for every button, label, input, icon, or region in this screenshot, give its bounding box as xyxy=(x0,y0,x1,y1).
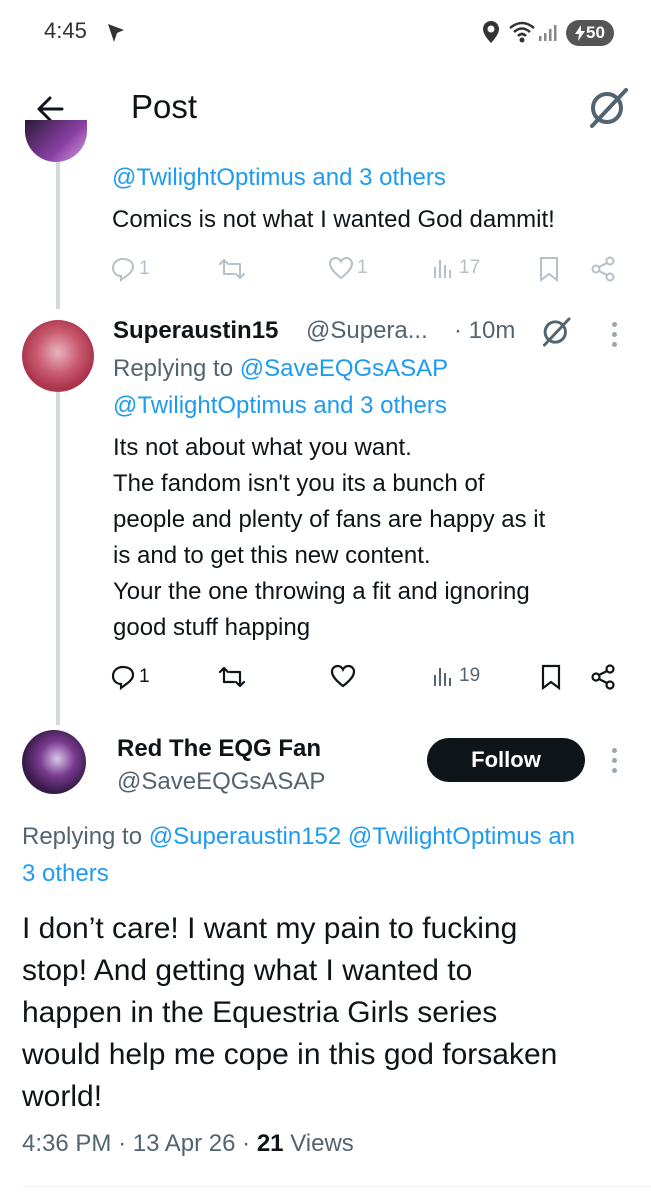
post-time: 4:36 PM xyxy=(22,1130,112,1157)
user-handle[interactable]: @Supera... xyxy=(306,317,428,345)
tweet-meta: 4:36 PM · 13 Apr 26 · 21 Views xyxy=(22,1130,354,1157)
battery-indicator: 50 xyxy=(566,20,614,46)
views-icon xyxy=(434,668,451,686)
tweet-line: happen in the Equestria Girls series xyxy=(22,996,498,1029)
repost-icon xyxy=(219,259,245,279)
share-icon xyxy=(591,664,615,690)
replying-handle[interactable]: @SaveEQGsASAP xyxy=(240,355,448,382)
tweet-line: Its not about what you want. xyxy=(113,434,412,461)
replying-to-handles[interactable]: @TwilightOptimus and 3 others xyxy=(113,392,447,420)
replying-label: Replying to xyxy=(113,355,234,382)
avatar[interactable] xyxy=(22,730,86,794)
share-button[interactable] xyxy=(590,664,616,690)
tweet-line: stop! And getting what I wanted to xyxy=(22,954,473,987)
reply-button[interactable]: 1 xyxy=(110,256,150,282)
thread-connector xyxy=(56,370,60,725)
bookmark-icon xyxy=(540,257,558,282)
like-button[interactable] xyxy=(330,664,356,688)
reply-icon xyxy=(111,257,135,282)
tweet-line: would help me cope in this god forsaken xyxy=(22,1038,558,1071)
post-header: Post xyxy=(0,64,651,154)
tweet-line: Your the one throwing a fit and ignoring xyxy=(113,578,530,605)
replying-to: Replying to @Superaustin152 @TwilightOpt… xyxy=(22,823,575,851)
tweet-text: I don’t care! I want my pain to fucking … xyxy=(22,908,642,1118)
like-icon xyxy=(328,256,354,280)
avatar[interactable] xyxy=(22,320,94,392)
share-icon xyxy=(591,256,615,282)
reply-count: 1 xyxy=(139,666,150,687)
like-icon xyxy=(330,664,356,688)
views-button[interactable]: 17 xyxy=(432,256,480,280)
wifi-icon xyxy=(509,21,535,43)
views-count: 17 xyxy=(459,257,481,278)
tweet-actions: 1 19 xyxy=(110,664,630,694)
repost-icon xyxy=(218,666,246,688)
views-icon xyxy=(434,260,451,278)
thread-connector xyxy=(56,154,60,309)
status-time: 4:45 xyxy=(44,18,87,43)
replying-handles[interactable]: @Superaustin152 @TwilightOptimus an xyxy=(149,823,575,850)
page-title: Post xyxy=(131,88,198,125)
tweet-line: The fandom isn't you its a bunch of xyxy=(113,470,485,497)
follow-button[interactable]: Follow xyxy=(427,738,585,782)
reply-count: 1 xyxy=(139,258,150,279)
bookmark-button[interactable] xyxy=(538,256,560,282)
replying-to: Replying to @SaveEQGsASAP xyxy=(113,355,448,383)
tweet-line: good stuff happing xyxy=(113,614,311,641)
views-button[interactable]: 19 xyxy=(432,664,480,688)
replying-to-handles[interactable]: @TwilightOptimus and 3 others xyxy=(112,164,446,192)
tweet-line: people and plenty of fans are happy as i… xyxy=(113,506,546,533)
tweet-line: world! xyxy=(22,1080,103,1113)
replying-label: Replying to xyxy=(22,823,143,850)
status-bar: 4:45 50 xyxy=(0,0,651,64)
display-name[interactable]: Superaustin15 xyxy=(113,317,278,345)
bookmark-button[interactable] xyxy=(540,664,562,690)
views-label: Views xyxy=(290,1130,354,1157)
tweet-actions: 1 1 17 xyxy=(110,256,630,286)
share-button[interactable] xyxy=(590,256,616,282)
repost-button[interactable] xyxy=(218,256,246,282)
more-options-button[interactable] xyxy=(612,748,618,778)
reply-icon xyxy=(111,665,135,690)
user-handle[interactable]: @SaveEQGsASAP xyxy=(117,768,325,796)
display-name[interactable]: Red The EQG Fan xyxy=(117,735,321,763)
tweet-line: I don’t care! I want my pain to fucking xyxy=(22,912,518,945)
views-count: 19 xyxy=(459,665,481,686)
charging-icon xyxy=(575,25,586,41)
reply-button[interactable]: 1 xyxy=(110,664,150,690)
repost-button[interactable] xyxy=(218,664,246,690)
grok-icon[interactable] xyxy=(540,316,572,348)
post-date: 13 Apr 26 xyxy=(132,1130,236,1157)
tweet-text: Its not about what you want. The fandom … xyxy=(113,430,545,646)
views-count[interactable]: 21 xyxy=(257,1130,284,1157)
tweet-text: Comics is not what I wanted God dammit! xyxy=(112,206,555,233)
like-button[interactable]: 1 xyxy=(328,256,368,280)
tweet-line: is and to get this new content. xyxy=(113,542,431,569)
replying-to-others[interactable]: 3 others xyxy=(22,860,109,888)
navigation-icon xyxy=(108,24,124,42)
more-options-button[interactable] xyxy=(612,322,618,352)
signal-icon xyxy=(539,25,557,41)
like-count: 1 xyxy=(357,257,368,278)
divider xyxy=(22,1186,651,1187)
location-icon xyxy=(483,21,499,43)
avatar[interactable] xyxy=(25,120,87,162)
grok-icon[interactable] xyxy=(586,86,630,130)
bookmark-icon xyxy=(541,664,561,690)
tweet-timestamp[interactable]: · 10m xyxy=(454,317,515,345)
battery-level: 50 xyxy=(586,23,605,42)
